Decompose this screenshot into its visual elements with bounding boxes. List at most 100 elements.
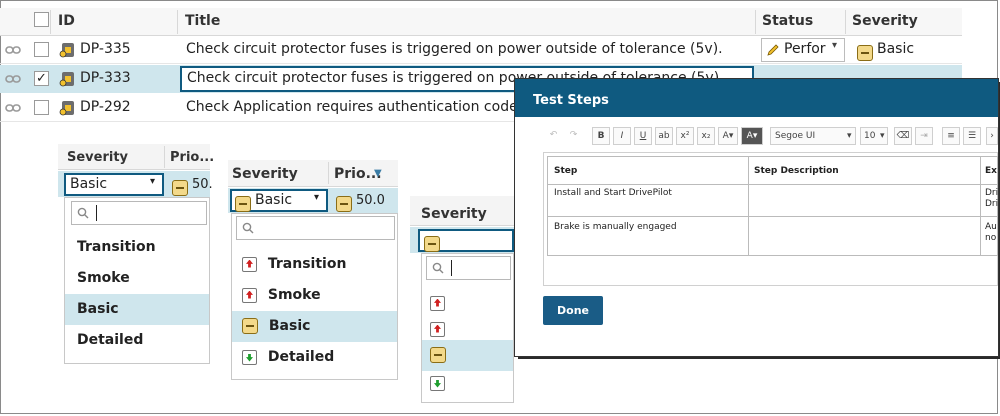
steps-header-description: Step Description xyxy=(754,166,839,176)
step-cell[interactable]: Brake is manually engaged xyxy=(554,222,677,232)
option-detailed[interactable]: Detailed xyxy=(232,342,397,373)
column-header-severity[interactable]: Severity xyxy=(852,13,918,29)
link-icon[interactable] xyxy=(5,103,21,113)
more-toolbar-button[interactable]: › xyxy=(986,127,998,145)
column-header-status[interactable]: Status xyxy=(762,13,813,29)
severity-basic-icon xyxy=(857,44,873,61)
status-select[interactable]: Perfor ▾ xyxy=(761,38,845,62)
row-title[interactable]: Check circuit protector fuses is trigger… xyxy=(186,41,723,57)
row-id[interactable]: DP-292 xyxy=(80,99,131,115)
dropdown-list: Transition Smoke Basic Detailed xyxy=(231,213,398,380)
severity-select[interactable]: Basic ▾ xyxy=(64,173,164,196)
column-header-priority[interactable]: Prio... xyxy=(170,150,214,165)
column-header-severity[interactable]: Severity xyxy=(421,206,487,222)
priority-value: 50.0 xyxy=(356,193,385,208)
severity-basic-icon xyxy=(430,347,446,363)
severity-dropdown-panel-2: Severity Prio... ▼ Basic ▾ 50.0 Transiti… xyxy=(228,160,398,382)
expected-line: Dri xyxy=(985,199,999,209)
underline-button[interactable]: U xyxy=(634,127,652,145)
row-checkbox[interactable]: ✓ xyxy=(34,71,49,86)
grid-header xyxy=(0,8,962,36)
step-cell[interactable]: Install and Start DrivePilot xyxy=(554,188,672,198)
severity-basic-icon xyxy=(424,235,440,252)
table-row[interactable]: DP-335 Check circuit protector fuses is … xyxy=(0,36,962,64)
severity-detailed-icon xyxy=(242,349,257,365)
text-cursor xyxy=(96,205,97,221)
severity-basic-icon xyxy=(172,179,188,196)
steps-header-expected: Ex xyxy=(985,166,997,176)
option-detailed[interactable]: Detailed xyxy=(65,325,209,356)
highlight-button[interactable]: A▾ xyxy=(741,127,763,145)
row-severity[interactable]: Basic xyxy=(877,41,914,57)
row-id[interactable]: DP-335 xyxy=(80,41,131,57)
pencil-icon xyxy=(767,44,779,56)
done-button[interactable]: Done xyxy=(543,296,603,325)
search-icon xyxy=(242,222,254,234)
severity-dropdown-panel-1: Severity Prio... Basic ▾ 50. Transition … xyxy=(58,144,214,364)
option-smoke[interactable]: Smoke xyxy=(232,280,397,311)
font-family-value: Segoe UI xyxy=(775,131,816,141)
bold-button[interactable]: B xyxy=(592,127,610,145)
column-header-severity[interactable]: Severity xyxy=(232,166,298,182)
severity-smoke-icon xyxy=(430,321,445,337)
chevron-down-icon: ▾ xyxy=(150,176,156,187)
subscript-button[interactable]: x₂ xyxy=(697,127,715,145)
severity-select[interactable]: Basic ▾ xyxy=(230,189,328,212)
link-icon[interactable] xyxy=(5,74,21,84)
column-header-id[interactable]: ID xyxy=(58,13,75,29)
row-checkbox[interactable] xyxy=(34,100,49,115)
select-all-checkbox[interactable] xyxy=(34,12,49,27)
severity-detailed-icon xyxy=(430,375,445,391)
column-header-title[interactable]: Title xyxy=(185,13,220,29)
expected-line: no xyxy=(985,233,997,243)
font-size-select[interactable]: 10 ▾ xyxy=(860,127,888,145)
done-button-label: Done xyxy=(557,304,589,317)
superscript-button[interactable]: x² xyxy=(676,127,694,145)
expected-cell[interactable]: Dri Dri xyxy=(985,188,998,210)
option-transition[interactable]: Transition xyxy=(232,249,397,280)
chevron-down-icon: ▾ xyxy=(847,131,852,141)
severity-select[interactable] xyxy=(418,229,514,252)
option-smoke[interactable]: Smoke xyxy=(65,263,209,294)
italic-button[interactable]: I xyxy=(613,127,631,145)
option-transition[interactable]: Transition xyxy=(65,232,209,263)
row-id[interactable]: DP-333 xyxy=(80,70,131,86)
test-case-icon xyxy=(59,43,74,58)
insert-button[interactable]: ⇥ xyxy=(915,127,933,145)
redo-button[interactable]: ↷ xyxy=(565,127,582,145)
severity-smoke-icon xyxy=(242,287,257,303)
test-case-icon xyxy=(59,72,74,87)
numbered-list-button[interactable]: ≡ xyxy=(942,127,960,145)
font-color-button[interactable]: A▾ xyxy=(718,127,738,145)
link-icon[interactable] xyxy=(5,45,21,55)
eraser-button[interactable]: ⌫ xyxy=(894,127,912,145)
status-value: Perfor xyxy=(784,41,826,57)
font-family-select[interactable]: Segoe UI ▾ xyxy=(770,127,856,145)
severity-select-value: Basic xyxy=(70,176,108,192)
text-cursor xyxy=(451,260,452,276)
column-header-severity[interactable]: Severity xyxy=(67,150,128,165)
expected-line: Dri xyxy=(985,188,999,198)
severity-transition-icon xyxy=(242,256,257,272)
severity-basic-icon xyxy=(336,195,352,212)
expected-cell[interactable]: Au no xyxy=(985,222,997,244)
severity-basic-icon xyxy=(235,195,251,212)
dropdown-search-input[interactable] xyxy=(71,201,207,225)
strikethrough-button[interactable]: ab xyxy=(655,127,673,145)
option-basic[interactable]: Basic xyxy=(65,294,209,325)
row-title[interactable]: Check Application requires authenticatio… xyxy=(186,99,518,115)
chevron-down-icon: ▾ xyxy=(314,192,320,203)
option-basic[interactable]: Basic xyxy=(232,311,397,342)
expected-line: Au xyxy=(985,222,997,232)
sort-desc-icon[interactable]: ▼ xyxy=(374,168,382,179)
bullet-list-button[interactable]: ☰ xyxy=(963,127,981,145)
dropdown-search-input[interactable] xyxy=(426,256,511,280)
undo-button[interactable]: ↶ xyxy=(545,127,562,145)
option-basic[interactable] xyxy=(422,340,513,371)
steps-header-step: Step xyxy=(554,166,578,176)
row-checkbox[interactable] xyxy=(34,42,49,57)
font-size-value: 10 xyxy=(864,131,876,141)
search-icon xyxy=(77,207,89,219)
option-detailed[interactable] xyxy=(422,368,513,399)
dropdown-search-input[interactable] xyxy=(236,216,395,240)
